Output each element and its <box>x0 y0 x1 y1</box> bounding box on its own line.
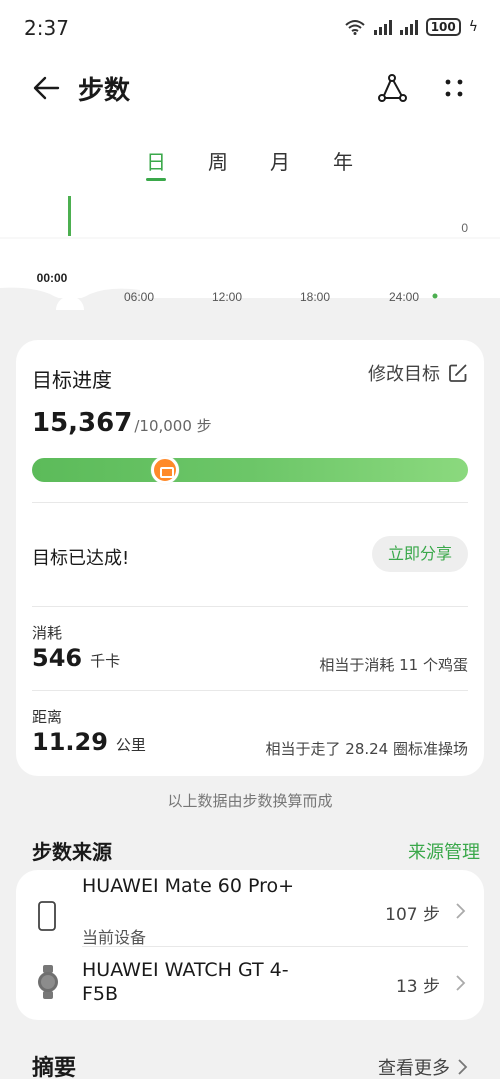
progress-marker-icon <box>151 456 179 484</box>
signal-icon-1 <box>373 19 392 35</box>
period-tabs: 日 周 月 年 <box>0 146 500 186</box>
tab-year[interactable]: 年 <box>323 146 363 175</box>
sources-card: HUAWEI Mate 60 Pro+ 当前设备 107 步 HUAWEI WA… <box>16 870 484 1020</box>
edit-goal-button[interactable]: 修改目标 <box>368 360 468 386</box>
view-more-button[interactable]: 查看更多 <box>378 1054 468 1079</box>
source-device-sub: 当前设备 <box>82 928 147 947</box>
chart-current-dot <box>432 293 438 299</box>
charging-icon: ϟ <box>468 19 478 35</box>
back-arrow-icon[interactable] <box>28 72 64 104</box>
goal-title: 目标进度 <box>32 368 112 392</box>
goal-progress-card: 目标进度 修改目标 15,367 /10,000 步 目标已达成! 立即分享 消… <box>16 340 484 776</box>
tab-month[interactable]: 月 <box>260 146 300 175</box>
divider <box>82 946 468 947</box>
source-item[interactable]: HUAWEI Mate 60 Pro+ 当前设备 107 步 <box>16 870 484 947</box>
signal-icon-2 <box>399 19 418 35</box>
steps-goal: /10,000 步 <box>134 417 212 435</box>
chart-bar <box>68 196 71 236</box>
status-icons: 100 ϟ <box>344 18 478 36</box>
chart-x-label-1: 06:00 <box>124 290 154 304</box>
tab-week[interactable]: 周 <box>198 146 238 175</box>
chart-y-label: 0 <box>461 221 468 235</box>
goal-progress-bar <box>32 458 468 482</box>
distance-label: 距离 <box>32 708 63 726</box>
calories-equivalent: 相当于消耗 11 个鸡蛋 <box>319 656 468 674</box>
wifi-icon <box>345 20 365 35</box>
distance-value-row: 11.29 公里 <box>32 728 146 756</box>
watch-icon <box>38 965 58 999</box>
calories-value-row: 546 千卡 <box>32 644 120 672</box>
summary-title: 摘要 <box>32 1056 77 1079</box>
divider <box>32 606 468 607</box>
chevron-right-icon <box>458 1059 468 1075</box>
page-title: 步数 <box>78 76 131 106</box>
chevron-right-icon <box>456 903 466 919</box>
manage-sources-link[interactable]: 来源管理 <box>408 838 480 864</box>
edit-icon <box>449 364 467 382</box>
steps-chart[interactable]: 0 00:00 06:00 12:00 18:00 24:00 <box>0 190 500 310</box>
source-device-name: HUAWEI WATCH GT 4-F5B <box>82 959 289 1005</box>
divider <box>32 690 468 691</box>
divider <box>32 502 468 503</box>
battery-icon: 100 <box>425 18 461 36</box>
sources-title: 步数来源 <box>32 840 112 864</box>
chart-x-label-3: 18:00 <box>300 290 330 304</box>
chart-x-label-0: 00:00 <box>37 271 68 285</box>
app-header: 步数 <box>0 60 500 116</box>
steps-count: 15,367 <box>32 408 133 438</box>
tab-day[interactable]: 日 <box>136 146 176 175</box>
source-steps: 13 步 <box>395 977 440 997</box>
status-time: 2:37 <box>24 16 69 40</box>
calories-unit: 千卡 <box>90 652 121 670</box>
view-more-label: 查看更多 <box>378 1058 450 1079</box>
share-now-button[interactable]: 立即分享 <box>371 536 468 572</box>
chevron-right-icon <box>456 975 466 991</box>
distance-value: 11.29 <box>32 728 108 756</box>
distance-unit: 公里 <box>115 736 146 754</box>
source-item[interactable]: HUAWEI WATCH GT 4-F5B 13 步 <box>16 948 484 1020</box>
phone-icon <box>38 901 56 931</box>
source-steps: 107 步 <box>385 905 440 925</box>
calories-label: 消耗 <box>32 624 63 642</box>
more-options-icon[interactable] <box>436 70 472 106</box>
share-icon[interactable] <box>374 70 410 106</box>
steps-value-row: 15,367 /10,000 步 <box>32 408 212 438</box>
distance-equivalent: 相当于走了 28.24 圈标准操场 <box>265 740 468 758</box>
source-device-name: HUAWEI Mate 60 Pro+ <box>82 875 295 897</box>
chart-x-label-2: 12:00 <box>212 290 242 304</box>
tab-underline <box>146 178 166 181</box>
chart-x-label-4: 24:00 <box>389 290 419 304</box>
calories-value: 546 <box>32 644 83 672</box>
goal-progress-fill <box>32 458 468 482</box>
edit-goal-label: 修改目标 <box>368 364 440 385</box>
goal-achieved-text: 目标已达成! <box>32 548 130 569</box>
status-bar: 2:37 100 ϟ <box>0 0 500 56</box>
conversion-note: 以上数据由步数换算而成 <box>167 792 333 810</box>
